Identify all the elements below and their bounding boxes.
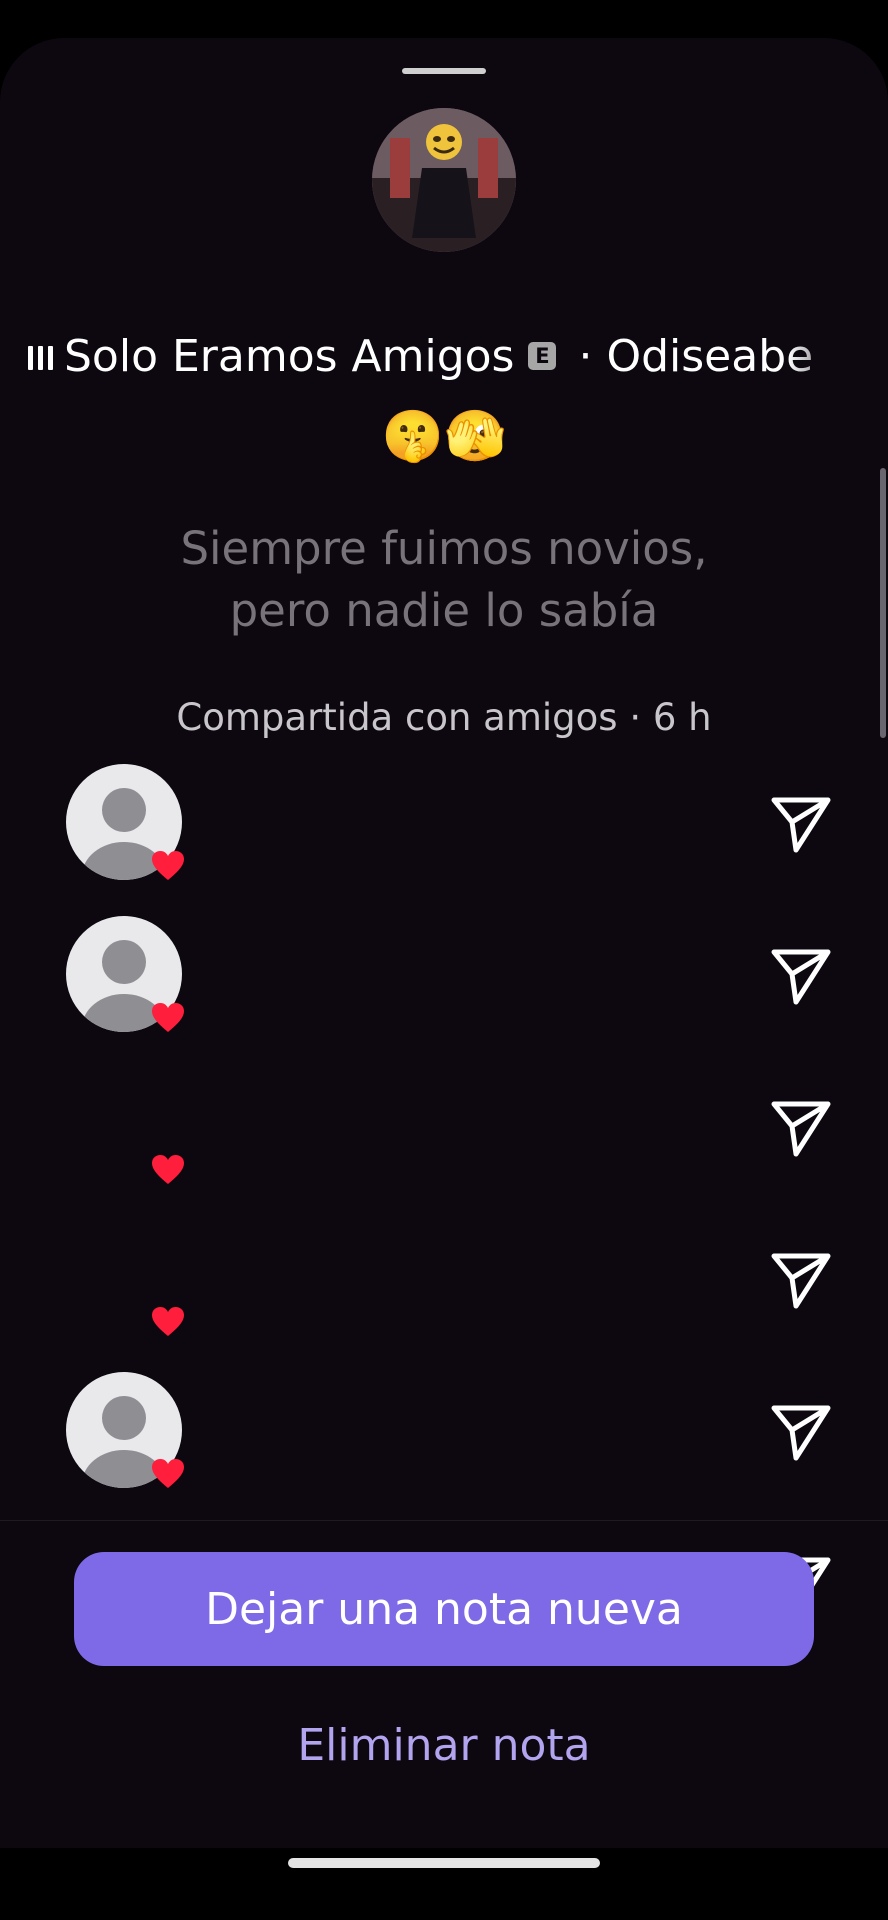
note-sheet: Solo Eramos Amigos E · Odiseabe 🤫🫣 Siemp… [0,38,888,1848]
send-icon[interactable] [766,788,836,858]
send-icon[interactable] [766,1244,836,1314]
heart-reaction-icon [148,1302,188,1342]
song-title: Solo Eramos Amigos [64,330,515,382]
author-photo [372,108,516,252]
drag-handle[interactable] [402,68,486,74]
heart-reaction-icon [148,998,188,1038]
reaction-row[interactable] [0,1220,888,1350]
reaction-row[interactable] [0,1372,888,1502]
home-indicator[interactable] [288,1858,600,1868]
note-text: Siempre fuimos novios, pero nadie lo sab… [120,518,768,642]
audio-bars-icon [28,342,58,370]
send-icon[interactable] [766,1092,836,1162]
reaction-row[interactable] [0,764,888,894]
heart-reaction-icon [148,1454,188,1494]
note-text-line-2: pero nadie lo sabía [229,584,659,637]
divider [0,1520,888,1521]
note-author-avatar [372,108,516,252]
reaction-row[interactable] [0,1068,888,1198]
shared-info: Compartida con amigos · 6 h [176,696,712,739]
scrollbar[interactable] [880,468,886,738]
marquee-fade [788,328,858,384]
viewer-avatar-wrap[interactable] [66,1220,184,1336]
viewer-avatar-wrap[interactable] [66,916,184,1032]
note-text-line-1: Siempre fuimos novios, [180,522,708,575]
viewer-avatar-wrap[interactable] [66,1068,184,1184]
delete-note-button[interactable]: Eliminar nota [0,1718,888,1774]
heart-reaction-icon [148,846,188,886]
viewer-avatar-wrap[interactable] [66,764,184,880]
send-icon[interactable] [766,1396,836,1466]
artist-name: · Odiseabe [578,330,814,382]
music-track[interactable]: Solo Eramos Amigos E · Odiseabe [28,328,858,384]
explicit-badge: E [528,342,557,370]
heart-reaction-icon [148,1150,188,1190]
viewer-avatar-wrap[interactable] [66,1372,184,1488]
send-icon[interactable] [766,940,836,1010]
reaction-row[interactable] [0,916,888,1046]
new-note-button[interactable]: Dejar una nota nueva [74,1552,814,1666]
note-emojis: 🤫🫣 [381,407,507,465]
